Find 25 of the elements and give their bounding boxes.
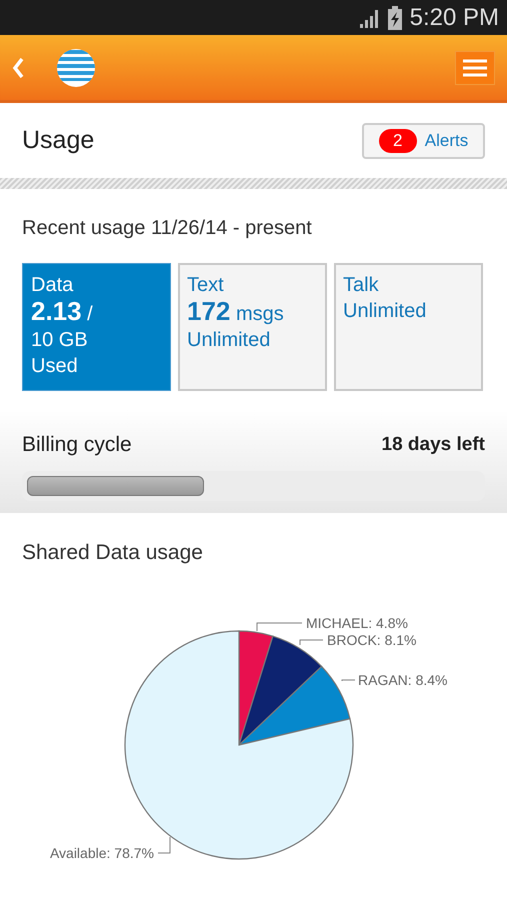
- billing-cycle-label: Billing cycle: [22, 432, 132, 458]
- section-title: Shared Data usage: [22, 540, 204, 566]
- data-label: BROCK: 8.1%: [327, 632, 416, 648]
- back-chevron-icon: [12, 56, 24, 78]
- days-left: 18 days left: [382, 432, 485, 456]
- data-label: RAGAN: 8.4%: [358, 672, 448, 688]
- leader-line: [342, 679, 356, 681]
- globe-logo-icon: [56, 48, 96, 88]
- alert-count-badge: 2: [378, 128, 417, 152]
- alerts-button[interactable]: 2 Alerts: [362, 122, 485, 158]
- section-title: Recent usage 11/26/14 - present: [22, 216, 313, 241]
- menu-icon: [463, 58, 487, 76]
- leader-line: [300, 639, 324, 645]
- data-label: Available: 78.7%: [50, 844, 154, 860]
- leader-line: [158, 836, 170, 853]
- menu-button[interactable]: [455, 50, 495, 84]
- battery-charging-icon: [388, 6, 402, 30]
- data-label: MICHAEL: 4.8%: [306, 614, 408, 630]
- usage-tile[interactable]: Text 172 msgs Unlimited: [178, 263, 327, 391]
- usage-tile[interactable]: Talk Unlimited: [334, 263, 483, 391]
- usage-tile[interactable]: Data 2.13 / 10 GB Used: [22, 263, 171, 391]
- leader-line: [256, 622, 302, 631]
- page-title: Usage: [22, 124, 94, 156]
- signal-icon: [358, 8, 380, 28]
- clock-time: 5:20 PM: [410, 2, 499, 32]
